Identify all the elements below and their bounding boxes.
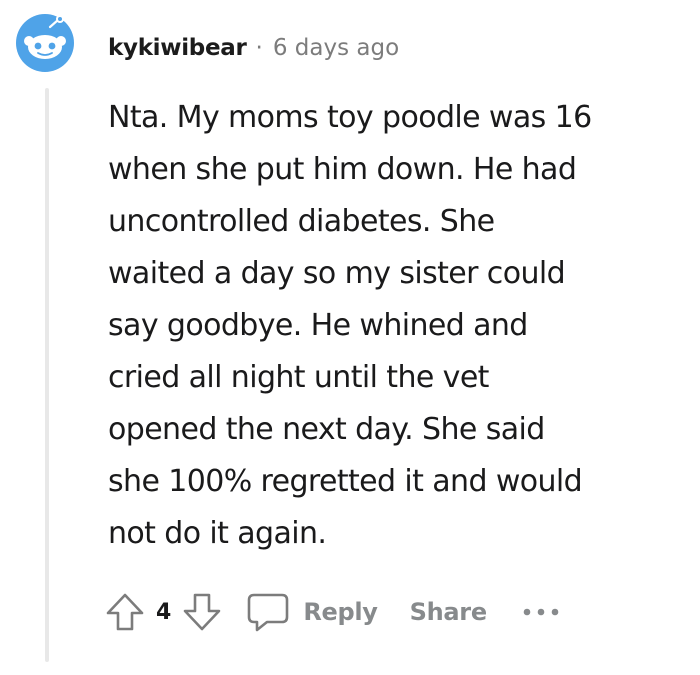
downvote-arrow-icon[interactable] [181,591,223,633]
reply-label: Reply [303,598,378,626]
comment-body: Nta. My moms toy poodle was 16 when she … [108,100,592,551]
comment-header: kykiwibear · 6 days ago [108,28,399,68]
upvote-arrow-icon[interactable] [104,591,146,633]
comment-actions: 4 Reply Share [104,586,561,638]
timestamp[interactable]: 6 days ago [273,35,399,61]
thread-line[interactable] [45,88,49,662]
reply-button[interactable]: Reply [245,590,378,634]
comment: kykiwibear · 6 days ago Nta. My moms toy… [0,0,700,675]
more-horizontal-icon[interactable] [521,606,561,618]
vote-count: 4 [156,599,172,625]
share-button[interactable]: Share [410,598,487,626]
speech-bubble-icon [245,590,291,634]
separator-dot: · [255,35,263,61]
username-link[interactable]: kykiwibear [108,35,247,61]
snoo-avatar-icon[interactable] [14,12,76,74]
